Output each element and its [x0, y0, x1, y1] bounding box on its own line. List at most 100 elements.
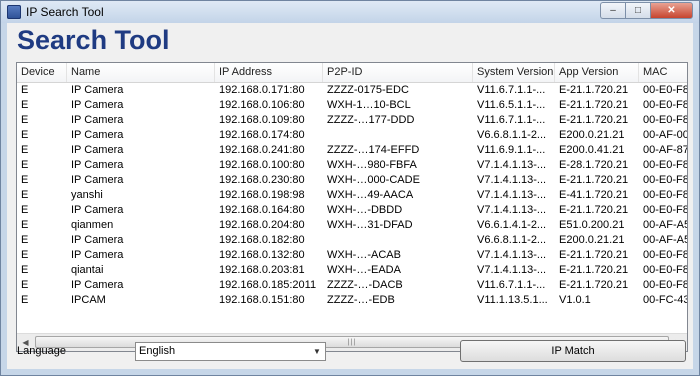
cell-app-version: E-28.1.720.21 — [559, 159, 629, 171]
cell-mac: 00-E0-F8 — [643, 99, 688, 111]
cell-system-version: V6.6.1.4.1-2... — [477, 219, 547, 231]
language-select[interactable]: English ▼ — [135, 342, 326, 361]
cell-mac: 00-E0-F8 — [643, 264, 688, 276]
cell-ip-address: 192.168.0.151:80 — [219, 294, 305, 306]
cell-name: IP Camera — [71, 99, 124, 111]
cell-mac: 00-E0-F8 — [643, 189, 688, 201]
cell-device: E — [21, 84, 29, 96]
cell-system-version: V11.6.7.1.1-... — [477, 114, 546, 126]
cell-system-version: V6.6.8.1.1-2... — [477, 234, 547, 246]
cell-p2p-id: ZZZZ-…174-EFFD — [327, 144, 420, 156]
cell-mac: 00-AF-A5 — [643, 234, 688, 246]
ip-match-button[interactable]: IP Match — [460, 340, 686, 362]
column-header-name[interactable]: Name — [67, 63, 215, 82]
table-row[interactable]: E IP Camera 192.168.0.185:2011 ZZZZ-…-DACB V… — [17, 278, 687, 293]
cell-p2p-id: WXH-…980-FBFA — [327, 159, 417, 171]
cell-mac: 00-E0-F8 — [643, 204, 688, 216]
cell-device: E — [21, 174, 29, 186]
cell-ip-address: 192.168.0.109:80 — [219, 114, 305, 126]
cell-app-version: E-21.1.720.21 — [559, 279, 629, 291]
cell-ip-address: 192.168.0.132:80 — [219, 249, 305, 261]
cell-name: IP Camera — [71, 159, 124, 171]
cell-system-version: V7.1.4.1.13-... — [477, 189, 547, 201]
column-header-mac[interactable]: MAC — [639, 63, 687, 82]
cell-name: yanshi — [71, 189, 103, 201]
cell-device: E — [21, 234, 29, 246]
cell-app-version: E-21.1.720.21 — [559, 114, 629, 126]
table-row[interactable]: E IP Camera 192.168.0.100:80 WXH-…980-FBFA V… — [17, 158, 687, 173]
cell-system-version: V6.6.8.1.1-2... — [477, 129, 547, 141]
cell-app-version: E-21.1.720.21 — [559, 264, 629, 276]
table-body: E IP Camera 192.168.0.171:80 ZZZZ-0175-EDC V… — [17, 83, 688, 308]
cell-mac: 00-AF-A5 — [643, 219, 688, 231]
cell-name: IP Camera — [71, 279, 124, 291]
cell-p2p-id: WXH-…31-DFAD — [327, 219, 413, 231]
cell-p2p-id: ZZZZ-0175-EDC — [327, 84, 409, 96]
cell-p2p-id: ZZZZ-…-EDB — [327, 294, 395, 306]
cell-p2p-id: WXH-1…10-BCL — [327, 99, 411, 111]
table-header: Device Name IP Address P2P-ID System Ver… — [17, 63, 687, 83]
table-row[interactable]: E IPCAM 192.168.0.151:80 ZZZZ-…-EDB V11.1.13… — [17, 293, 687, 308]
table-row[interactable]: E IP Camera 192.168.0.182:80 V6.6.8.1.1-2..… — [17, 233, 688, 248]
close-button[interactable]: ✕ — [650, 2, 693, 19]
column-header-system-version[interactable]: System Version — [473, 63, 555, 82]
cell-device: E — [21, 279, 29, 291]
cell-app-version: E-41.1.720.21 — [559, 189, 629, 201]
cell-system-version: V11.6.7.1.1-... — [477, 84, 546, 96]
cell-p2p-id: WXH-…000-CADE — [327, 174, 420, 186]
table-row[interactable]: Eqianmen 192.168.0.204:80 WXH-…31-DFAD V6.6… — [17, 218, 688, 233]
cell-system-version: V11.6.5.1.1-... — [477, 99, 546, 111]
cell-app-version: E200.0.41.21 — [559, 144, 625, 156]
column-header-ip-address[interactable]: IP Address — [215, 63, 323, 82]
language-label: Language — [17, 345, 66, 357]
table-row[interactable]: E IP Camera 192.168.0.241:80 ZZZZ-…174-EFFD… — [17, 143, 687, 158]
cell-device: E — [21, 264, 29, 276]
title-bar[interactable]: IP Search Tool – □ ✕ — [1, 1, 699, 23]
column-header-device[interactable]: Device — [17, 63, 67, 82]
table-row[interactable]: E IP Camera 192.168.0.174:80 V6.6.8.1.1-2..… — [17, 128, 687, 143]
cell-ip-address: 192.168.0.185:2011 — [219, 279, 317, 291]
app-window: IP Search Tool – □ ✕ Search Tool Device … — [0, 0, 700, 376]
cell-mac: 00-E0-F8 — [643, 174, 688, 186]
chevron-down-icon[interactable]: ▼ — [309, 343, 325, 360]
cell-mac: 00-E0-F8 — [643, 114, 688, 126]
cell-system-version: V11.1.13.5.1... — [477, 294, 548, 306]
cell-device: E — [21, 114, 29, 126]
device-table[interactable]: Device Name IP Address P2P-ID System Ver… — [16, 62, 688, 352]
table-row[interactable]: E IP Camera 192.168.0.106:80 WXH-1…10-BCL V1… — [17, 98, 688, 113]
cell-device: E — [21, 129, 29, 141]
table-row[interactable]: E IP Camera 192.168.0.132:80 WXH-…-ACAB V7.1… — [17, 248, 687, 263]
cell-name: IP Camera — [71, 234, 124, 246]
table-row[interactable]: Eqiantai 192.168.0.203:81 WXH-…-EADA V7.1.4… — [17, 263, 688, 278]
cell-app-version: E-21.1.720.21 — [559, 249, 629, 261]
cell-device: E — [21, 99, 29, 111]
table-row[interactable]: Eyanshi 192.168.0.198:98 WXH-…49-AACA V7.1.… — [17, 188, 688, 203]
cell-name: IP Camera — [71, 84, 124, 96]
cell-name: IP Camera — [71, 144, 124, 156]
column-header-app-version[interactable]: App Version — [555, 63, 639, 82]
column-header-p2p-id[interactable]: P2P-ID — [323, 63, 473, 82]
cell-ip-address: 192.168.0.203:81 — [219, 264, 305, 276]
cell-name: IP Camera — [71, 114, 124, 126]
grip-icon: ||| — [347, 339, 357, 346]
client-area: Search Tool Device Name IP Address P2P-I… — [7, 23, 693, 369]
table-row[interactable]: E IP Camera 192.168.0.164:80 WXH-…-DBDD V7.1… — [17, 203, 688, 218]
cell-app-version: E51.0.200.21 — [559, 219, 625, 231]
cell-app-version: V1.0.1 — [559, 294, 591, 306]
table-row[interactable]: E IP Camera 192.168.0.171:80 ZZZZ-0175-EDC V… — [17, 83, 687, 98]
cell-p2p-id — [323, 233, 473, 248]
cell-name: qianmen — [71, 219, 114, 231]
cell-device: E — [21, 144, 29, 156]
page-title: Search Tool — [17, 25, 170, 55]
minimize-button[interactable]: – — [600, 2, 625, 19]
table-row[interactable]: E IP Camera 192.168.0.230:80 WXH-…000-CADE V… — [17, 173, 688, 188]
cell-system-version: V7.1.4.1.13-... — [477, 264, 547, 276]
cell-device: E — [21, 294, 29, 306]
cell-system-version: V11.6.7.1.1-... — [477, 279, 546, 291]
window-title: IP Search Tool — [26, 5, 104, 19]
cell-app-version: E200.0.21.21 — [559, 234, 625, 246]
table-row[interactable]: E IP Camera 192.168.0.109:80 ZZZZ-…177-DDD V… — [17, 113, 688, 128]
maximize-button[interactable]: □ — [625, 2, 650, 19]
cell-app-version: E-21.1.720.21 — [559, 174, 629, 186]
cell-ip-address: 192.168.0.241:80 — [219, 144, 305, 156]
